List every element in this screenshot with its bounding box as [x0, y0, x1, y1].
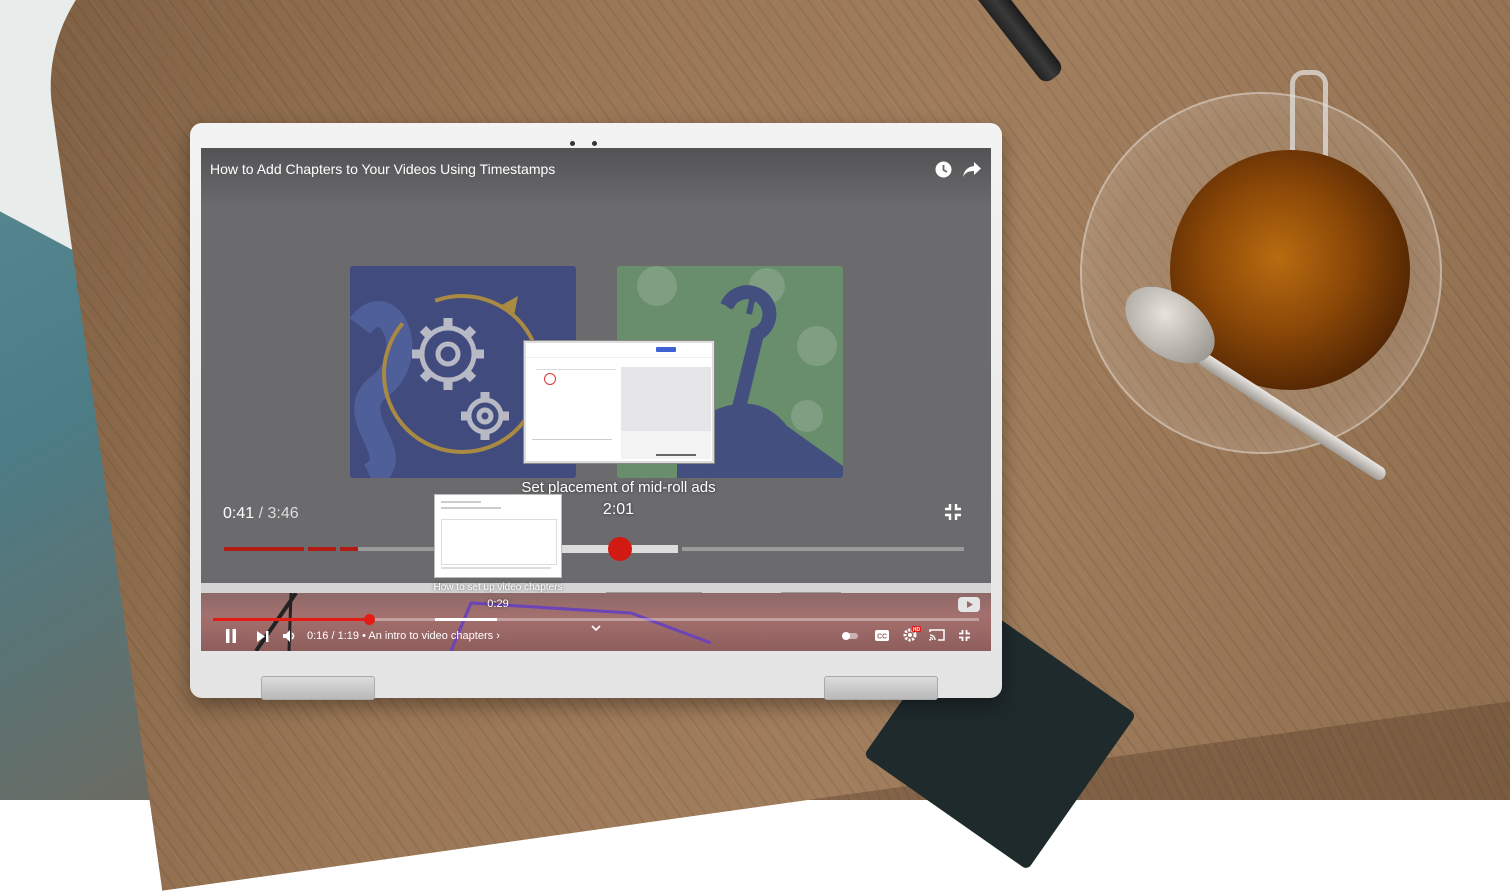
storyboard-preview: [524, 341, 714, 463]
exit-fullscreen-icon[interactable]: [943, 502, 963, 522]
svg-text:CC: CC: [877, 634, 887, 641]
mini-progress-played: [213, 618, 370, 621]
lower-player-controls: 0:16 / 1:19 • An intro to video chapters…: [201, 593, 991, 651]
camera-dot: [592, 141, 597, 146]
chevron-down-icon[interactable]: [591, 625, 601, 632]
chapter-segment: [682, 547, 964, 551]
volume-icon[interactable]: [283, 630, 297, 642]
video-title[interactable]: How to Add Chapters to Your Videos Using…: [210, 161, 555, 177]
chapter-separator: •: [362, 630, 366, 642]
mini-progress-buffered: [435, 618, 497, 621]
next-icon[interactable]: [257, 631, 269, 642]
autoplay-toggle-icon[interactable]: [842, 632, 858, 640]
hinge-right: [824, 676, 938, 700]
chapter-segment: [340, 547, 358, 551]
svg-text:HD: HD: [913, 627, 921, 633]
youtube-logo-icon[interactable]: [958, 597, 980, 612]
mini-time-and-chapter: 0:16 / 1:19 • An intro to video chapters…: [307, 630, 500, 642]
mini-scrubber[interactable]: [364, 614, 375, 625]
mini-progress-bar[interactable]: [213, 614, 979, 625]
chapter-segment: [224, 547, 304, 551]
chapter-chevron-icon[interactable]: ›: [496, 630, 500, 642]
exit-fullscreen-icon[interactable]: [958, 629, 971, 642]
hover-time: 2:01: [602, 501, 635, 518]
hinge-left: [261, 676, 375, 700]
pause-icon[interactable]: [225, 629, 237, 643]
clock-icon[interactable]: [935, 161, 952, 178]
time-display: 0:41 / 3:46: [223, 505, 299, 523]
cc-icon[interactable]: CC: [875, 630, 889, 641]
camera-dot: [570, 141, 575, 146]
mini-storyboard-preview: [434, 494, 562, 578]
duration: / 3:46: [258, 505, 299, 522]
mini-hover-time: 0:29: [487, 598, 509, 610]
current-time: 0:41: [223, 505, 255, 522]
mini-hover-chapter-title: How to set up video chapters: [433, 582, 563, 593]
chapter-title[interactable]: An intro to video chapters: [368, 630, 493, 642]
scrubber-handle[interactable]: [608, 537, 632, 561]
hover-chapter-title: Set placement of mid-roll ads: [521, 479, 716, 496]
cast-icon[interactable]: [929, 629, 945, 641]
mini-time-display: 0:16 / 1:19: [307, 630, 359, 642]
share-arrow-icon[interactable]: [963, 162, 981, 177]
upper-progress-bar[interactable]: [224, 537, 964, 561]
chapter-segment: [308, 547, 336, 551]
video-player[interactable]: Set placement of mid-roll ads 2:01 0:41 …: [201, 148, 991, 651]
gear-hd-icon[interactable]: HD: [903, 626, 921, 642]
